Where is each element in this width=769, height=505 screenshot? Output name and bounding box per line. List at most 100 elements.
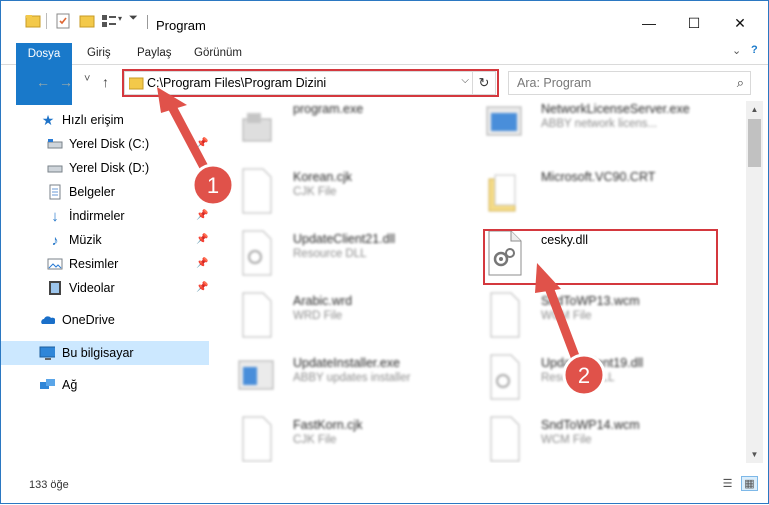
navigation-pane: ★ Hızlı erişim Yerel Disk (C:) 📌 Yerel D… <box>1 101 211 463</box>
file-type: CJK File <box>293 434 337 446</box>
quick-access-dropdown-icon[interactable]: ⏷ <box>129 12 138 28</box>
documents-icon <box>49 184 61 200</box>
tab-view[interactable]: Görünüm <box>184 42 252 64</box>
sidebar-item-music[interactable]: ♪ Müzik 📌 <box>1 228 209 252</box>
sidebar-item-drive-c[interactable]: Yerel Disk (C:) 📌 <box>1 132 209 156</box>
file-type: WRD File <box>293 310 343 322</box>
file-icon <box>242 416 272 462</box>
onedrive-icon <box>41 316 55 324</box>
file-type: CJK File <box>293 186 337 198</box>
file-item[interactable]: Korean.cjk CJK File <box>237 161 487 223</box>
file-name: FastKorn.cjk <box>293 418 363 432</box>
properties-icon[interactable] <box>55 13 71 29</box>
scroll-up-icon[interactable]: ▲ <box>746 101 763 118</box>
file-item[interactable]: UpdateInstaller.exe ABBY updates install… <box>237 347 487 409</box>
window-title: Program <box>156 18 206 33</box>
file-item[interactable]: Microsoft.VC90.CRT <box>485 161 735 223</box>
sidebar-item-quick-access[interactable]: ★ Hızlı erişim <box>1 108 209 132</box>
file-item[interactable]: FastKorn.cjk CJK File <box>237 409 487 463</box>
sidebar-item-downloads[interactable]: ↓ İndirmeler 📌 <box>1 204 209 228</box>
file-type: ABBY updates installer <box>293 372 411 384</box>
pin-icon: 📌 <box>196 210 209 221</box>
file-type: WCM File <box>541 310 592 322</box>
large-icons-view-icon[interactable]: ▦ <box>741 476 758 491</box>
details-view-icon[interactable]: ☰ <box>719 476 736 491</box>
new-folder-icon[interactable] <box>79 13 95 29</box>
exe-icon <box>242 113 272 142</box>
sidebar-item-onedrive[interactable]: OneDrive <box>1 308 209 332</box>
download-icon: ↓ <box>51 207 59 225</box>
music-icon: ♪ <box>51 232 59 248</box>
recent-locations-button[interactable]: ˅ <box>84 73 90 85</box>
sidebar-item-drive-d[interactable]: Yerel Disk (D:) <box>1 156 209 180</box>
sidebar-item-label: Resimler <box>69 257 119 271</box>
file-type: Resource DLL <box>293 248 367 260</box>
file-item[interactable]: UpdateClient19.dll Resource DLL <box>485 347 735 409</box>
network-icon <box>40 379 55 389</box>
pin-icon: 📌 <box>196 258 209 269</box>
toolbar-separator <box>46 13 47 29</box>
videos-icon <box>49 281 61 295</box>
search-input[interactable]: Ara: Program ⌕ <box>508 71 751 95</box>
file-item[interactable]: program.exe <box>237 101 487 155</box>
sidebar-item-label: Yerel Disk (C:) <box>69 137 150 151</box>
help-icon[interactable]: ? <box>751 44 758 56</box>
exe-icon <box>486 106 522 136</box>
address-highlight-box <box>122 69 499 97</box>
scroll-thumb[interactable] <box>748 119 761 167</box>
back-button[interactable]: ← <box>36 74 50 90</box>
file-name: UpdateInstaller.exe <box>293 356 401 370</box>
sidebar-item-label: Videolar <box>69 281 115 295</box>
exe-icon <box>238 360 274 390</box>
ribbon-tabs: Dosya Giriş Paylaş Görünüm ⌄ ? <box>1 39 768 105</box>
search-icon[interactable]: ⌕ <box>737 75 744 91</box>
pin-icon: 📌 <box>196 282 209 293</box>
sidebar-item-network[interactable]: Ağ <box>1 373 209 397</box>
file-item[interactable]: SndToWP13.wcm WCM File <box>485 285 735 347</box>
file-name: Microsoft.VC90.CRT <box>541 170 656 184</box>
file-type: WCM File <box>541 434 592 446</box>
file-name: SndToWP14.wcm <box>541 418 640 432</box>
file-name: SndToWP13.wcm <box>541 294 640 308</box>
file-item[interactable]: UpdateClient21.dll Resource DLL <box>237 223 487 285</box>
sidebar-item-this-pc[interactable]: Bu bilgisayar <box>1 341 209 365</box>
vertical-scrollbar[interactable]: ▲ ▼ <box>746 101 763 463</box>
computer-icon <box>39 346 55 360</box>
file-item[interactable]: NetworkLicenseServer.exe ABBY network li… <box>485 101 735 155</box>
sidebar-item-label: OneDrive <box>62 313 115 327</box>
file-item[interactable]: Arabic.wrd WRD File <box>237 285 487 347</box>
file-name: NetworkLicenseServer.exe <box>541 102 690 116</box>
file-name: UpdateClient19.dll <box>541 356 644 370</box>
drive-icon <box>47 165 63 173</box>
tab-home[interactable]: Giriş <box>77 42 121 64</box>
folder-icon <box>488 174 516 212</box>
dropdown-icon[interactable]: ▾ <box>118 14 122 30</box>
folder-icon <box>25 15 41 28</box>
scroll-down-icon[interactable]: ▼ <box>746 446 763 463</box>
pin-icon: 📌 <box>196 186 209 197</box>
file-item[interactable]: SndToWP14.wcm WCM File <box>485 409 735 463</box>
expand-ribbon-icon[interactable]: ⌄ <box>732 44 741 57</box>
sidebar-item-videos[interactable]: Videolar 📌 <box>1 276 209 300</box>
item-count: 133 öğe <box>29 479 69 491</box>
customize-icon[interactable] <box>101 13 117 29</box>
up-button[interactable]: ↑ <box>102 74 109 90</box>
file-type: Resource DLL <box>541 372 615 384</box>
sidebar-item-pictures[interactable]: Resimler 📌 <box>1 252 209 276</box>
file-name: Arabic.wrd <box>293 294 353 308</box>
minimize-button[interactable]: — <box>626 9 672 37</box>
sidebar-item-label: Müzik <box>69 233 102 247</box>
title-separator <box>147 15 148 29</box>
file-list: program.exe Korean.cjk CJK File UpdateCl… <box>211 101 746 463</box>
tab-share[interactable]: Paylaş <box>127 42 182 64</box>
star-icon: ★ <box>41 111 55 128</box>
maximize-button[interactable]: ☐ <box>671 9 717 37</box>
status-bar: 133 öğe ☰ ▦ <box>1 467 768 503</box>
dll-icon <box>242 230 272 276</box>
search-placeholder: Ara: Program <box>517 76 592 90</box>
close-button[interactable]: ✕ <box>717 9 763 37</box>
file-name: Korean.cjk <box>293 170 353 184</box>
forward-button[interactable]: → <box>59 74 73 90</box>
sidebar-item-documents[interactable]: Belgeler 📌 <box>1 180 209 204</box>
sidebar-item-label: Belgeler <box>69 185 115 199</box>
